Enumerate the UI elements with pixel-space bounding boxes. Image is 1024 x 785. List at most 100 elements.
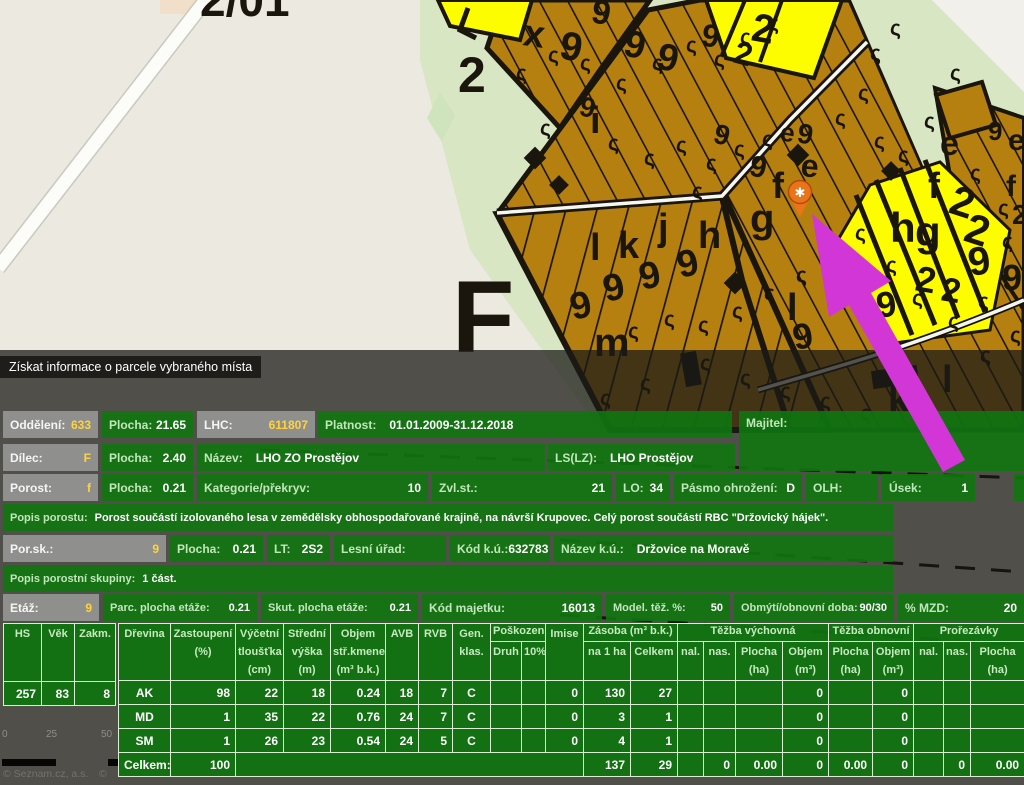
table-cell: 83 [42,682,75,706]
age-class-symbol: ς [734,138,745,161]
age-class-symbol: ς [664,308,675,331]
table-cell [678,681,704,705]
field-popis-skupiny: Popis porostní skupiny: 1 část. [3,565,893,592]
column-group-header: Těžba výchovná [678,624,829,642]
table-row: MD135220.76247C03100 [119,705,1024,729]
column-header: Zastoupení(%) [171,624,236,681]
scale-bar [2,759,56,766]
field-label: Pásmo ohrožení: [681,481,778,495]
field-label: Oddělení: [10,418,65,432]
field-value: 632783 [508,542,548,556]
table-cell [971,729,1024,753]
column-header: Plocha(ha) [829,642,873,681]
field-label: LHC: [204,418,233,432]
map-label: g [750,197,774,241]
field-label: LO: [623,481,644,495]
age-class-symbol: ς [516,62,527,85]
field-plocha-dilec: Plocha: 2.40 [102,444,193,471]
field-popis-porostu: Popis porostu: Porost součástí izolované… [3,504,893,531]
field-label: Model. těž. %: [613,602,686,614]
table-cell: 0.00 [736,753,783,777]
table-cell: 22 [236,681,284,705]
age-class-symbol: ς [890,17,901,40]
field-lo: LO: 34 [616,474,670,501]
map-label: 9 [988,116,1002,146]
field-label: Porost: [10,481,52,495]
column-header: nal. [914,642,944,681]
table-cell [914,729,944,753]
table-cell [678,753,704,777]
tooltip: Získat informace o parcele vybraného mís… [0,356,261,378]
field-value: 0.21 [229,602,250,614]
table-cell: 0 [546,705,584,729]
age-class-symbol: ς [764,282,775,305]
table-cell: 0 [546,729,584,753]
age-class-symbol: ς [628,320,639,343]
field-kategorie: Kategorie/překryv: 10 [197,474,428,501]
table-row: SM126230.54245C04100 [119,729,1024,753]
table-cell [944,681,971,705]
table-cell: 0 [783,729,829,753]
age-class-symbol: ς [835,107,846,130]
field-value: Držovice na Moravě [637,542,750,556]
table-cell: 0 [546,681,584,705]
age-class-symbol: ς [948,310,959,333]
table-cell: 0 [873,681,914,705]
age-class-symbol: ς [980,344,991,367]
table-cell: Celkem: [119,753,171,777]
field-value: 2.40 [163,451,186,465]
age-class-symbol: ς [874,130,885,153]
field-porost: Porost: f [3,474,98,501]
table-cell [522,705,546,729]
field-plocha-porost: Plocha: 0.21 [102,474,193,501]
age-class-symbol: ς [676,134,687,157]
age-class-symbol: ς [608,132,619,155]
table-cell: 0 [873,753,914,777]
map-label: l [942,359,953,401]
column-header: Celkem [631,642,678,681]
field-usek: Úsek: 1 [882,474,975,501]
map-label: i [590,100,601,142]
table-cell: C [453,681,491,705]
column-header: Zakm. [75,624,116,682]
field-lhc: LHC: 611807 [197,411,315,438]
table-cell [678,705,704,729]
column-header: Plocha(ha) [971,642,1024,681]
stand-summary-table: HS Věk Zakm. 257 83 8 [3,623,116,706]
table-cell: 7 [419,681,453,705]
field-label: Zvl.st.: [439,481,478,495]
table-cell: 24 [386,729,419,753]
column-header: 10% [522,642,546,681]
table-cell [914,753,944,777]
field-platnost: Platnost: 01.01.2009-31.12.2018 [318,411,732,438]
table-cell: 1 [171,705,236,729]
column-header: Objem(m³) [783,642,829,681]
age-class-symbol: ς [924,110,935,133]
field-kod-ku: Kód k.ú.: 632783 [450,535,550,562]
table-cell: 29 [631,753,678,777]
table-cell: 5 [419,729,453,753]
table-total-row: Celkem:1001372900.0000.00000.00 [119,753,1024,777]
field-value: 9 [85,601,92,615]
field-oddeleni: Oddělení: 633 [3,411,98,438]
map-label: l [590,227,601,269]
age-class-symbol: ς [686,34,697,57]
table-cell [736,681,783,705]
age-class-symbol: ς [600,387,611,410]
map-label: g [915,208,941,255]
field-value: 0.21 [390,602,411,614]
column-group-header: Těžba obnovní [829,624,914,642]
field-label: Název: [204,451,243,465]
app-window: ςςςςςςςςςςςςςςςςςςςςςςςςςςςςςςςςςςςςςςςς… [0,0,1024,785]
field-label: Parc. plocha etáže: [110,602,210,614]
age-class-symbol: ς [640,372,651,395]
table-cell: 3 [584,705,631,729]
table-cell: 1 [171,729,236,753]
age-class-symbol: ς [796,264,807,287]
table-cell [678,729,704,753]
table-cell [736,729,783,753]
table-cell [829,729,873,753]
table-cell: 24 [386,705,419,729]
field-label: % MZD: [905,601,949,615]
table-cell: 4 [584,729,631,753]
